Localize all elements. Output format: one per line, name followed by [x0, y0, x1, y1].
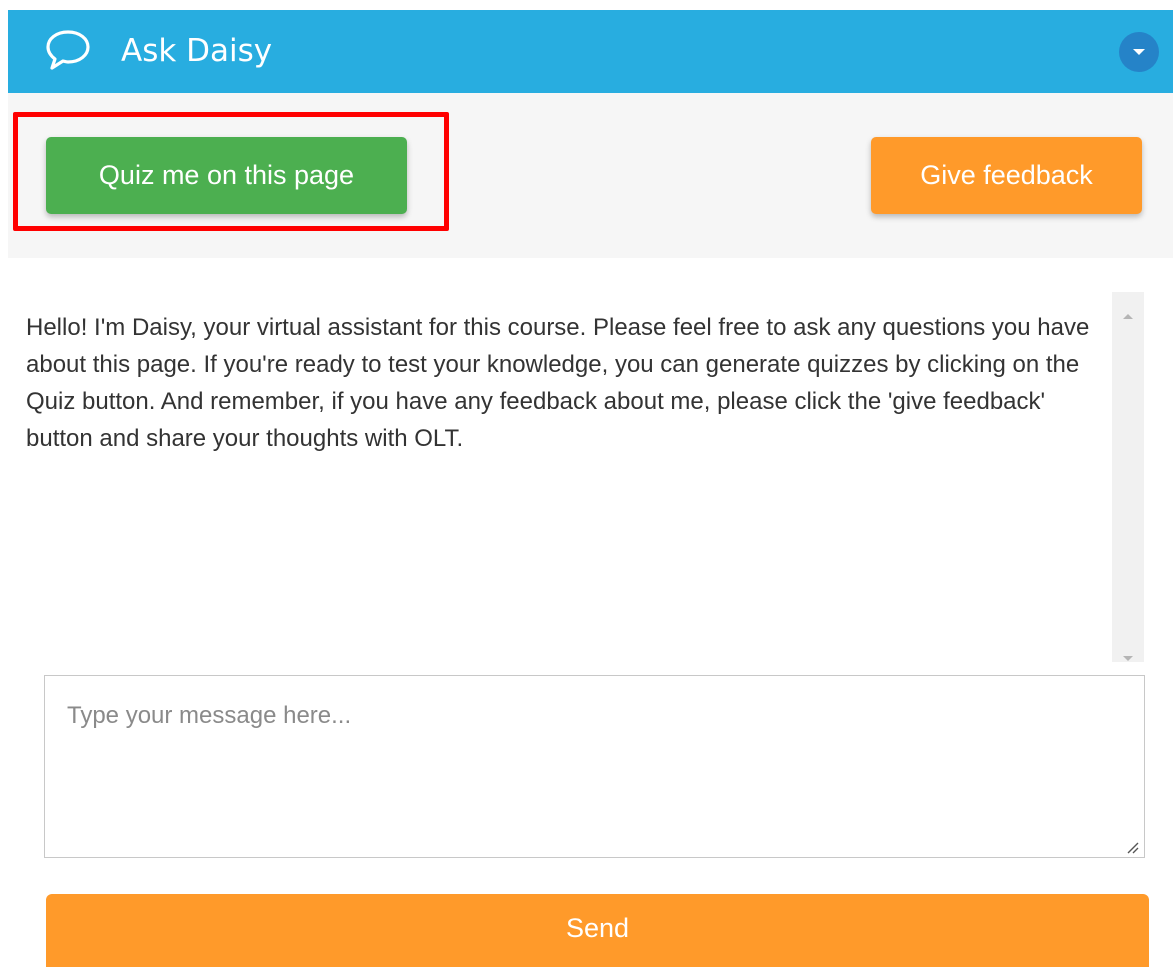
top-strip — [0, 0, 1173, 10]
chat-header: Ask Daisy — [8, 10, 1173, 93]
send-button[interactable]: Send — [46, 894, 1149, 967]
collapse-dropdown-button[interactable] — [1119, 32, 1159, 72]
message-log[interactable]: Hello! I'm Daisy, your virtual assistant… — [26, 292, 1112, 662]
quiz-me-button[interactable]: Quiz me on this page — [46, 137, 407, 214]
scroll-down-icon[interactable] — [1122, 650, 1134, 668]
resize-handle-icon[interactable] — [1125, 840, 1139, 859]
assistant-message: Hello! I'm Daisy, your virtual assistant… — [26, 314, 1090, 452]
chat-title: Ask Daisy — [121, 33, 273, 69]
message-scrollbar[interactable] — [1112, 292, 1144, 662]
message-input[interactable] — [44, 675, 1145, 858]
chat-bubble-icon — [44, 28, 92, 72]
give-feedback-button[interactable]: Give feedback — [871, 137, 1142, 214]
scroll-up-icon[interactable] — [1122, 307, 1134, 325]
